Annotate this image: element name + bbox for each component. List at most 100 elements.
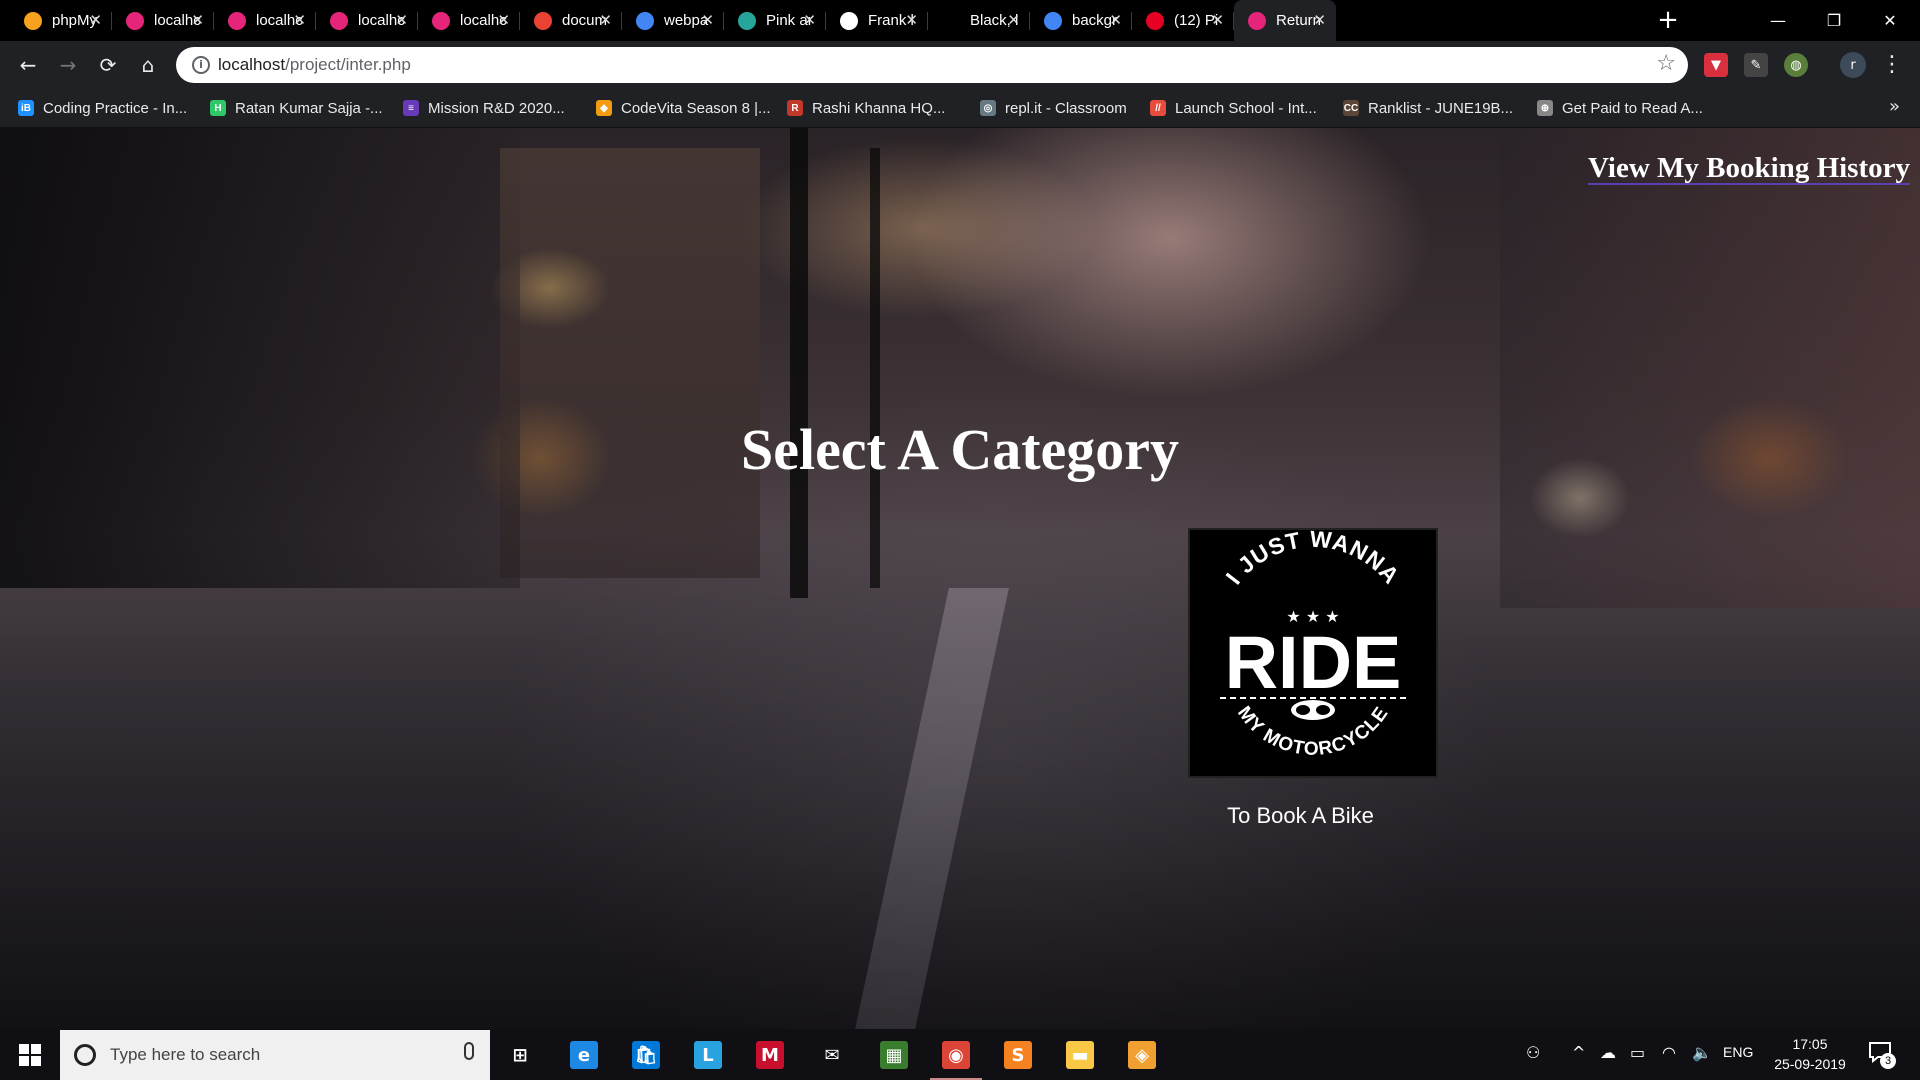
pocket-extension-icon[interactable]: ▼	[1704, 53, 1728, 77]
microphone-icon[interactable]	[464, 1042, 474, 1060]
reload-button[interactable]: ⟳	[92, 49, 124, 81]
excel-like-icon: ▦	[880, 1041, 908, 1069]
tab-close-icon[interactable]: ✕	[89, 11, 102, 29]
bookmark-item[interactable]: ⊕ Get Paid to Read A...	[1537, 98, 1703, 118]
tab-close-icon[interactable]: ✕	[599, 11, 612, 29]
browser-tab[interactable]: localhc ✕	[418, 0, 520, 41]
forward-button[interactable]: →	[52, 49, 84, 81]
browser-tab[interactable]: Black, l ✕	[928, 0, 1030, 41]
bookmark-item[interactable]: ≡ Mission R&D 2020...	[403, 98, 565, 118]
package-icon: ◈	[1128, 1041, 1156, 1069]
tab-close-icon[interactable]: ✕	[701, 11, 714, 29]
tab-close-icon[interactable]: ✕	[395, 11, 408, 29]
browser-tab[interactable]: localhc ✕	[316, 0, 418, 41]
taskbar-app-package[interactable]: ◈	[1122, 1035, 1162, 1075]
new-tab-button[interactable]: +	[1653, 5, 1683, 35]
action-center-button[interactable]: 3	[1868, 1041, 1896, 1069]
tab-title: localhc	[256, 12, 303, 29]
bookmark-item[interactable]: R Rashi Khanna HQ...	[787, 98, 945, 118]
volume-icon[interactable]: 🔈	[1692, 1043, 1712, 1062]
view-booking-history-link[interactable]: View My Booking History	[1588, 152, 1910, 185]
tab-close-icon[interactable]: ✕	[1007, 11, 1020, 29]
taskbar-app-mail[interactable]: ✉	[812, 1035, 852, 1075]
url-text[interactable]: localhost/project/inter.php	[218, 55, 411, 75]
browser-tab[interactable]: localhc ✕	[112, 0, 214, 41]
taskbar-app-excel-like[interactable]: ▦	[874, 1035, 914, 1075]
profile-avatar[interactable]: r	[1840, 52, 1866, 78]
tab-close-icon[interactable]: ✕	[1109, 11, 1122, 29]
onedrive-icon[interactable]: ☁	[1600, 1043, 1616, 1062]
pen-extension-icon[interactable]: ✎	[1744, 53, 1768, 77]
bookmark-item[interactable]: H Ratan Kumar Sajja -...	[210, 98, 383, 118]
bookmark-item[interactable]: iB Coding Practice - In...	[18, 98, 187, 118]
book-bike-label[interactable]: To Book A Bike	[1188, 803, 1413, 829]
language-indicator[interactable]: ENG	[1723, 1044, 1753, 1060]
tab-close-icon[interactable]: ✕	[1313, 11, 1326, 29]
back-button[interactable]: ←	[12, 49, 44, 81]
address-bar[interactable]: i localhost/project/inter.php ☆	[176, 47, 1688, 83]
taskbar-app-mcafee[interactable]: M	[750, 1035, 790, 1075]
site-info-icon[interactable]: i	[192, 56, 210, 74]
tab-close-icon[interactable]: ✕	[1211, 11, 1224, 29]
reload-icon: ⟳	[99, 53, 117, 77]
close-window-button[interactable]: ✕	[1862, 0, 1918, 41]
browser-tab[interactable]: backgr ✕	[1030, 0, 1132, 41]
bike-category-image[interactable]: I JUST WANNA ★ ★ ★ RIDE MY MOTORCYCLE	[1188, 528, 1438, 778]
minimize-button[interactable]: —	[1750, 0, 1806, 41]
url-host: localhost	[218, 55, 286, 74]
tab-title: (12) Pi	[1174, 12, 1219, 29]
taskbar-app-chrome[interactable]: ◉	[930, 1035, 982, 1080]
tab-close-icon[interactable]: ✕	[905, 11, 918, 29]
background-building-left	[0, 128, 520, 588]
wifi-icon[interactable]: ◠	[1662, 1043, 1676, 1062]
taskbar-app-sublime[interactable]: S	[998, 1035, 1038, 1075]
background-lamp-post-2	[870, 148, 880, 588]
person-icon: R	[787, 100, 803, 116]
taskbar-app-file-explorer[interactable]: ▬	[1060, 1035, 1100, 1075]
start-button[interactable]	[0, 1029, 60, 1080]
browser-tab[interactable]: docum ✕	[520, 0, 622, 41]
browser-tab[interactable]: (12) Pi ✕	[1132, 0, 1234, 41]
browser-tab[interactable]: Return ✕	[1234, 0, 1336, 41]
globe-extension-icon[interactable]: ◍	[1784, 53, 1808, 77]
browser-tab[interactable]: webpa ✕	[622, 0, 724, 41]
background-building-right	[1500, 128, 1920, 608]
browser-tab[interactable]: phpMy ✕	[10, 0, 112, 41]
taskbar-app-task-view[interactable]: ⊞	[500, 1035, 540, 1075]
browser-toolbar: ← → ⟳ ⌂ i localhost/project/inter.php ☆ …	[0, 41, 1920, 88]
bookmark-star-icon[interactable]: ☆	[1656, 51, 1676, 76]
bookmark-item[interactable]: // Launch School - Int...	[1150, 98, 1317, 118]
globe-icon: ⊕	[1537, 100, 1553, 116]
bookmarks-overflow-button[interactable]: »	[1889, 96, 1900, 117]
battery-icon[interactable]: ▭	[1630, 1043, 1645, 1062]
mcafee-icon: M	[756, 1041, 784, 1069]
home-button[interactable]: ⌂	[132, 49, 164, 81]
bookmark-item[interactable]: ◆ CodeVita Season 8 |...	[596, 98, 771, 118]
taskbar-search-box[interactable]: Type here to search	[60, 1030, 490, 1080]
tab-close-icon[interactable]: ✕	[497, 11, 510, 29]
taskbar-app-store[interactable]: 🛍	[626, 1035, 666, 1075]
tab-title: webpa	[664, 12, 709, 29]
browser-tab[interactable]: localhc ✕	[214, 0, 316, 41]
system-clock[interactable]: 17:05 25-09-2019	[1765, 1034, 1855, 1074]
tab-close-icon[interactable]: ✕	[293, 11, 306, 29]
people-icon[interactable]: ⚇	[1526, 1043, 1540, 1062]
taskbar-app-edge[interactable]: e	[564, 1035, 604, 1075]
tab-close-icon[interactable]: ✕	[191, 11, 204, 29]
restore-button[interactable]: ❐	[1806, 0, 1862, 41]
clock-date: 25-09-2019	[1774, 1056, 1846, 1072]
tray-overflow-icon[interactable]: ^	[1572, 1043, 1585, 1062]
browser-tab[interactable]: Frank l ✕	[826, 0, 928, 41]
tab-close-icon[interactable]: ✕	[803, 11, 816, 29]
webpage-icon	[228, 11, 246, 30]
bookmark-label: Launch School - Int...	[1175, 99, 1317, 117]
bookmark-item[interactable]: CC Ranklist - JUNE19B...	[1343, 98, 1513, 118]
taskbar-app-l-app[interactable]: L	[688, 1035, 728, 1075]
browser-tab[interactable]: Pink ar ✕	[724, 0, 826, 41]
back-arrow-icon: ←	[19, 53, 37, 77]
tab-title: phpMy	[52, 12, 98, 29]
bookmark-label: Get Paid to Read A...	[1562, 99, 1703, 117]
bookmark-item[interactable]: ◎ repl.it - Classroom	[980, 98, 1127, 118]
chrome-menu-icon[interactable]: ⋮	[1876, 49, 1908, 81]
ib-icon: iB	[18, 100, 34, 116]
